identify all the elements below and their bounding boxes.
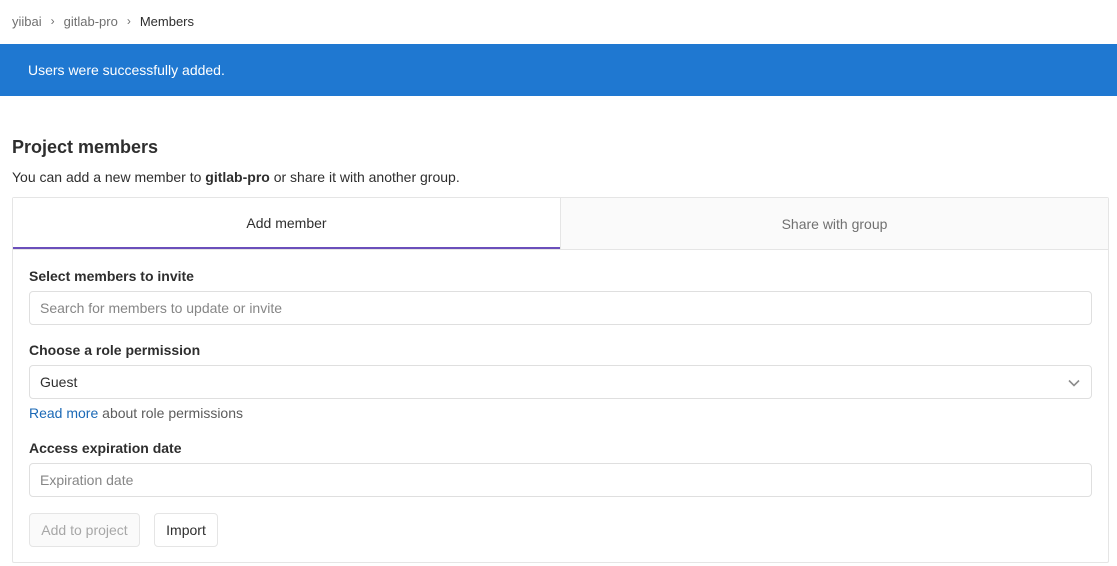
role-label: Choose a role permission: [29, 342, 201, 358]
breadcrumb-separator: ›: [126, 14, 131, 28]
import-button[interactable]: Import: [154, 513, 218, 547]
members-label: Select members to invite: [29, 268, 194, 284]
members-search-input[interactable]: Search for members to update or invite: [29, 291, 1092, 325]
expiration-date-input[interactable]: Expiration date: [29, 463, 1092, 497]
role-help-suffix: about role permissions: [98, 405, 244, 421]
breadcrumb-item-project[interactable]: gitlab-pro: [64, 14, 118, 29]
page-description: You can add a new member to gitlab-pro o…: [12, 169, 460, 185]
flash-message: Users were successfully added.: [28, 62, 225, 78]
tab-add-member[interactable]: Add member: [13, 198, 560, 249]
role-help-text: Read more about role permissions: [29, 405, 243, 421]
role-select-value: Guest: [40, 374, 78, 390]
tab-share-with-group[interactable]: Share with group: [560, 198, 1108, 249]
read-more-link[interactable]: Read more: [29, 405, 98, 421]
breadcrumb-separator: ›: [50, 14, 55, 28]
tab-add-member-label: Add member: [246, 214, 327, 231]
page-title: Project members: [12, 137, 159, 157]
role-select[interactable]: Guest: [29, 365, 1092, 399]
tab-share-with-group-label: Share with group: [781, 215, 888, 232]
flash-notice: Users were successfully added.: [0, 44, 1117, 96]
project-name: gitlab-pro: [205, 169, 270, 185]
breadcrumb-item-group[interactable]: yiibai: [12, 14, 42, 29]
add-to-project-button-label: Add to project: [41, 522, 128, 538]
expiration-date-placeholder: Expiration date: [40, 472, 134, 488]
import-button-label: Import: [166, 522, 206, 538]
chevron-down-icon: [1068, 379, 1080, 387]
page-description-prefix: You can add a new member to: [12, 169, 206, 185]
breadcrumb: yiibai › gitlab-pro › Members: [12, 0, 194, 42]
members-tabs: Add member Share with group: [13, 198, 1108, 250]
breadcrumb-item-current: Members: [139, 13, 195, 29]
members-card: Add member Share with group Select membe…: [12, 197, 1109, 563]
add-to-project-button[interactable]: Add to project: [29, 513, 140, 547]
expiration-label: Access expiration date: [29, 440, 182, 456]
members-search-placeholder: Search for members to update or invite: [40, 300, 283, 316]
page-description-suffix: or share it with another group.: [269, 169, 460, 185]
